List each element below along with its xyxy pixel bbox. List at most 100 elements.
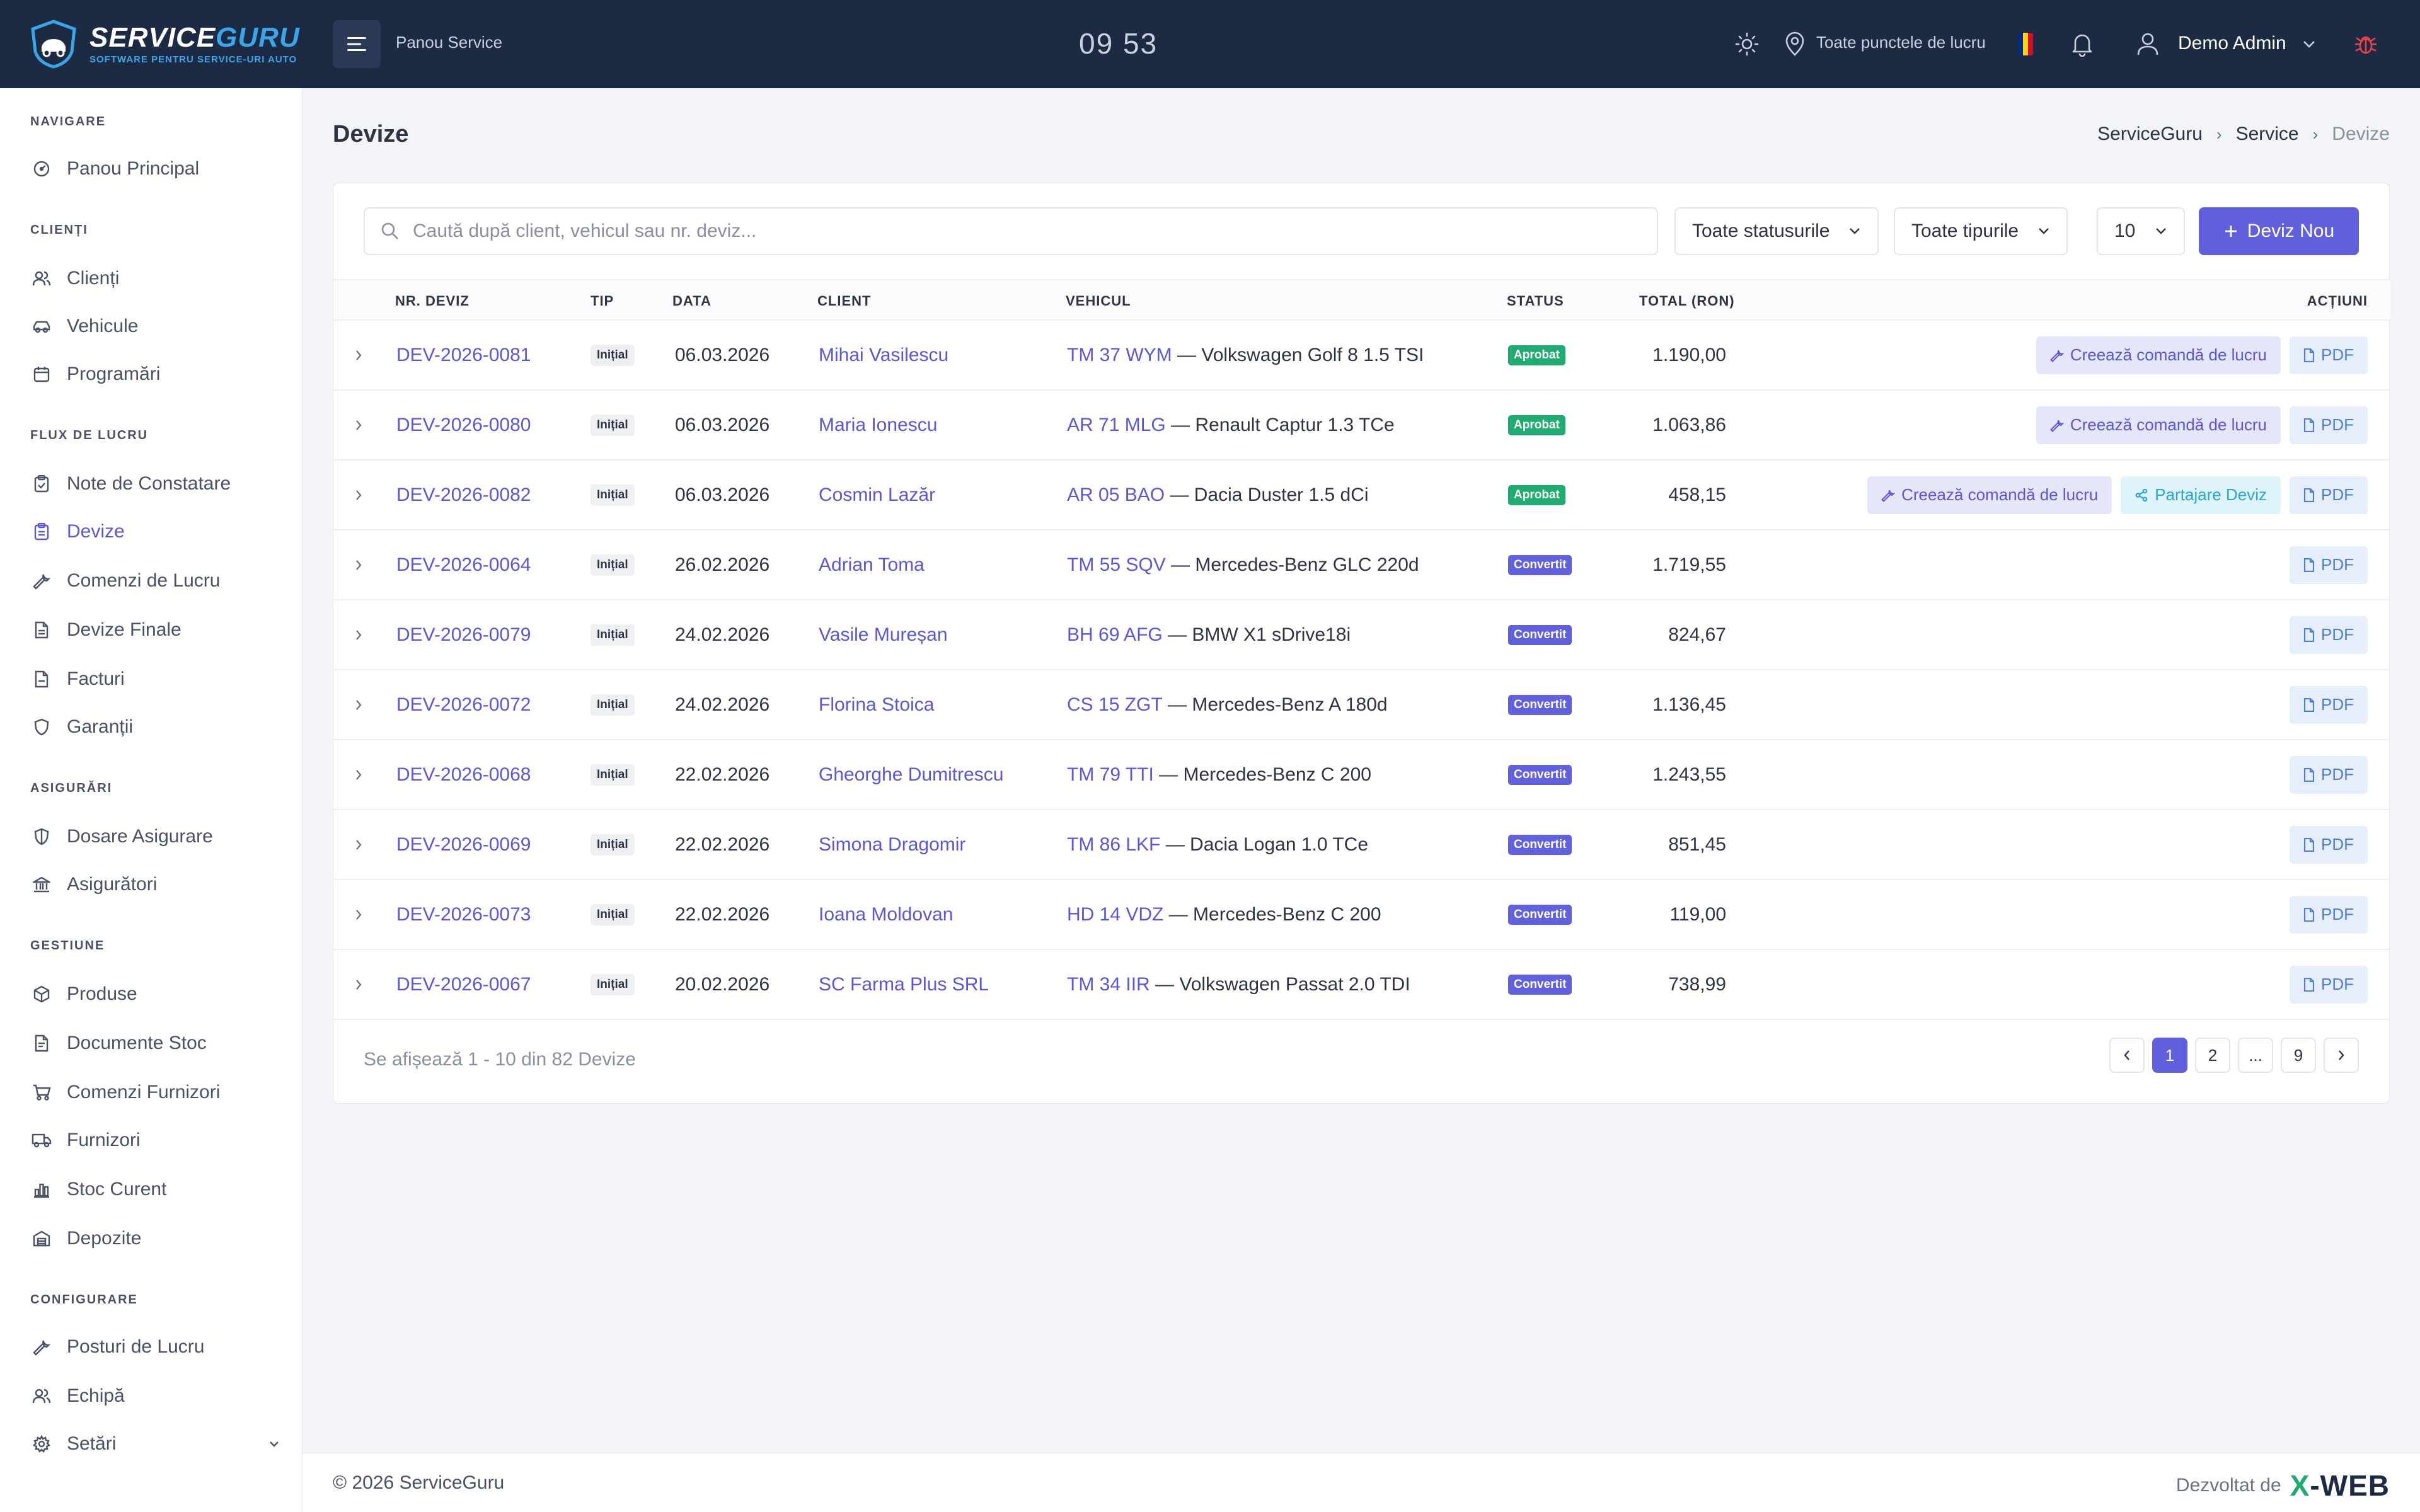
expand-row-button[interactable] [355,950,362,1019]
page-button[interactable]: 1 [2152,1038,2187,1073]
page-button[interactable]: 2 [2195,1038,2230,1073]
pdf-button[interactable]: PDF [2290,895,2368,934]
col-tip[interactable]: TIP [591,293,614,309]
page-button[interactable]: 9 [2281,1038,2316,1073]
client-link[interactable]: Adrian Toma [819,530,925,599]
user-menu-chevron[interactable] [2293,28,2325,60]
client-link[interactable]: Mihai Vasilescu [819,321,948,389]
table-row[interactable]: DEV-2026-0079 Inițial 24.02.2026 Vasile Mur… [333,600,2390,670]
client-link[interactable]: SC Farma Plus SRL [819,950,989,1019]
pdf-button[interactable]: PDF [2290,825,2368,864]
col-data[interactable]: DATA [672,293,712,309]
plate-link[interactable]: TM 37 WYM [1067,345,1172,366]
sidebar-item-furnizori[interactable]: Furnizori [29,1123,281,1158]
new-deviz-button[interactable]: Deviz Nou [2199,207,2359,255]
plate-link[interactable]: TM 79 TTI [1067,764,1154,786]
per-page-select[interactable]: 10 [2097,207,2185,255]
expand-row-button[interactable] [355,810,362,879]
deviz-number-link[interactable]: DEV-2026-0082 [396,461,531,529]
type-filter-select[interactable]: Toate tipurile [1894,207,2068,255]
col-total[interactable]: TOTAL (RON) [1639,293,1735,309]
table-row[interactable]: DEV-2026-0067 Inițial 20.02.2026 SC Farma P… [333,950,2390,1020]
plate-link[interactable]: HD 14 VDZ [1067,904,1163,925]
create-work-order-button[interactable]: Creează comandă de lucru [2036,406,2281,444]
expand-row-button[interactable] [355,670,362,739]
sidebar-item-note-de-constatare[interactable]: Note de Constatare [29,466,281,501]
deviz-number-link[interactable]: DEV-2026-0064 [396,530,531,599]
create-work-order-button[interactable]: Creează comandă de lucru [2036,336,2281,374]
table-row[interactable]: DEV-2026-0081 Inițial 06.03.2026 Mihai Vasi… [333,321,2390,391]
pdf-button[interactable]: PDF [2290,616,2368,654]
debug-button[interactable] [2349,28,2382,60]
expand-row-button[interactable] [355,391,362,459]
plate-link[interactable]: TM 34 IIR [1067,974,1150,995]
breadcrumb-item[interactable]: Service [2236,123,2299,145]
expand-row-button[interactable] [355,740,362,809]
create-work-order-button[interactable]: Creează comandă de lucru [1867,476,2112,514]
sidebar-item-dosare-asigurare[interactable]: Dosare Asigurare [29,819,281,854]
user-name[interactable]: Demo Admin [2178,33,2286,54]
client-link[interactable]: Florina Stoica [819,670,934,739]
search-box[interactable] [364,207,1658,255]
plate-link[interactable]: AR 05 BAO [1067,484,1165,506]
brand-logo[interactable]: SERVICEGURU SOFTWARE PENTRU SERVICE-URI … [29,19,300,69]
expand-row-button[interactable] [355,321,362,389]
sidebar-item-asiguratori[interactable]: Asigurători [29,867,281,902]
table-row[interactable]: DEV-2026-0068 Inițial 22.02.2026 Gheorghe D… [333,740,2390,810]
table-row[interactable]: DEV-2026-0073 Inițial 22.02.2026 Ioana Mold… [333,880,2390,950]
status-filter-select[interactable]: Toate statusurile [1674,207,1879,255]
deviz-number-link[interactable]: DEV-2026-0081 [396,321,531,389]
expand-row-button[interactable] [355,530,362,599]
client-link[interactable]: Vasile Mureșan [819,600,948,669]
sidebar-item-vehicule[interactable]: Vehicule [29,309,281,344]
sidebar-item-clienti[interactable]: Clienți [29,261,281,296]
sidebar-item-echipa[interactable]: Echipă [29,1378,281,1414]
sidebar-item-depozite[interactable]: Depozite [29,1221,281,1256]
deviz-number-link[interactable]: DEV-2026-0067 [396,950,531,1019]
next-page-button[interactable] [2324,1038,2359,1073]
sidebar-item-posturi-de-lucru[interactable]: Posturi de Lucru [29,1329,281,1365]
deviz-number-link[interactable]: DEV-2026-0079 [396,600,531,669]
deviz-number-link[interactable]: DEV-2026-0069 [396,810,531,879]
expand-row-button[interactable] [355,600,362,669]
sidebar-item-produse[interactable]: Produse [29,976,281,1012]
col-vehicul[interactable]: VEHICUL [1066,293,1131,309]
theme-toggle-button[interactable] [1731,28,1763,60]
pdf-button[interactable]: PDF [2290,336,2368,374]
deviz-number-link[interactable]: DEV-2026-0080 [396,391,531,459]
pdf-button[interactable]: PDF [2290,546,2368,584]
sidebar-item-programari[interactable]: Programări [29,357,281,392]
location-label[interactable]: Toate punctele de lucru [1816,33,1986,52]
client-link[interactable]: Simona Dragomir [819,810,965,879]
col-nr-deviz[interactable]: NR. DEVIZ [395,293,470,309]
sidebar-item-stoc-curent[interactable]: Stoc Curent [29,1172,281,1207]
plate-link[interactable]: TM 86 LKF [1067,834,1160,856]
col-status[interactable]: STATUS [1507,293,1564,309]
col-client[interactable]: CLIENT [817,293,871,309]
sidebar-item-documente-stoc[interactable]: Documente Stoc [29,1026,281,1061]
pdf-button[interactable]: PDF [2290,406,2368,444]
prev-page-button[interactable] [2109,1038,2145,1073]
location-selector[interactable] [1778,28,1811,60]
language-flag[interactable] [2018,33,2033,55]
plate-link[interactable]: TM 55 SQV [1067,554,1166,576]
expand-row-button[interactable] [355,880,362,949]
client-link[interactable]: Maria Ionescu [819,391,937,459]
pdf-button[interactable]: PDF [2290,476,2368,514]
sidebar-item-panou-principal[interactable]: Panou Principal [29,151,281,186]
table-row[interactable]: DEV-2026-0082 Inițial 06.03.2026 Cosmin Laz… [333,461,2390,530]
plate-link[interactable]: CS 15 ZGT [1067,694,1163,716]
expand-row-button[interactable] [355,461,362,529]
user-menu-button[interactable] [2131,28,2164,60]
breadcrumb-item[interactable]: ServiceGuru [2097,123,2203,145]
table-row[interactable]: DEV-2026-0080 Inițial 06.03.2026 Maria Ione… [333,391,2390,461]
menu-toggle-button[interactable] [333,20,381,68]
xweb-logo[interactable]: X-WEB [2290,1469,2390,1503]
table-row[interactable]: DEV-2026-0072 Inițial 24.02.2026 Florina St… [333,670,2390,740]
plate-link[interactable]: BH 69 AFG [1067,624,1163,646]
pdf-button[interactable]: PDF [2290,685,2368,724]
client-link[interactable]: Cosmin Lazăr [819,461,935,529]
table-row[interactable]: DEV-2026-0064 Inițial 26.02.2026 Adrian Tom… [333,530,2390,600]
pdf-button[interactable]: PDF [2290,965,2368,1004]
client-link[interactable]: Gheorghe Dumitrescu [819,740,1003,809]
